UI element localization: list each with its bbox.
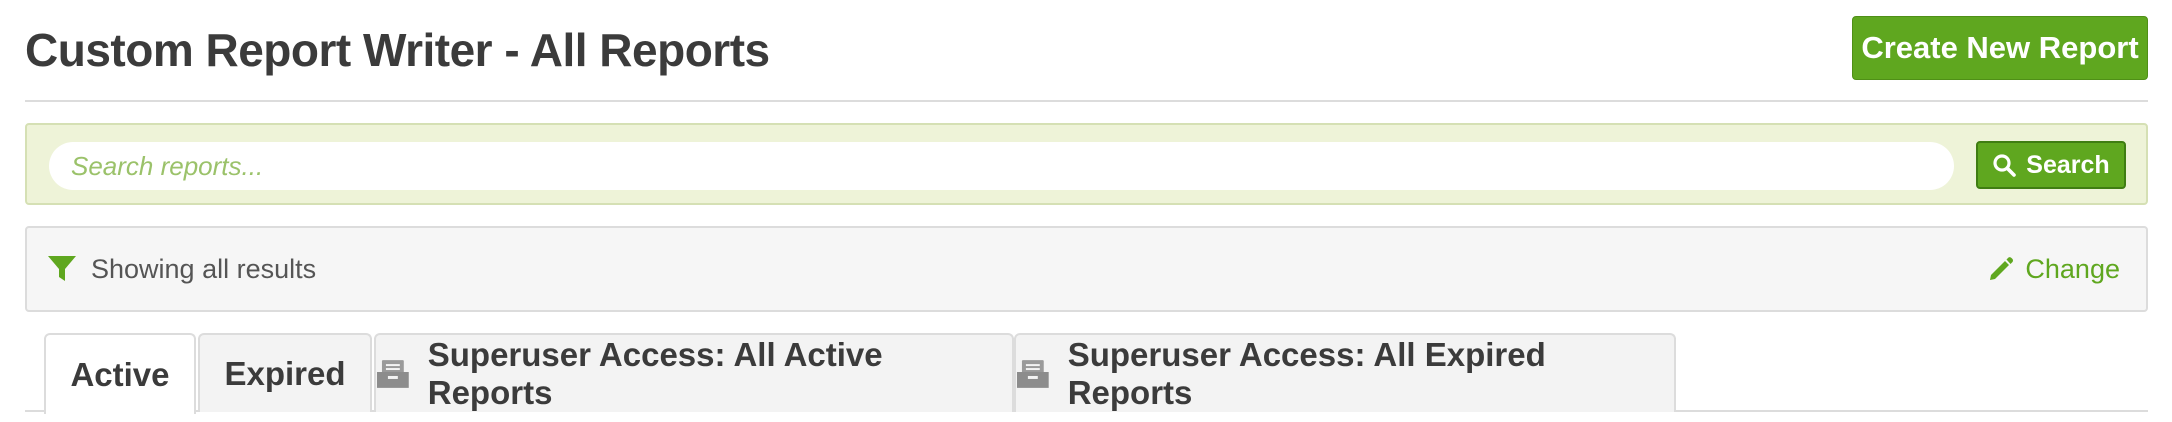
change-filter-link[interactable]: Change — [1987, 250, 2120, 288]
tab-superuser-expired-reports[interactable]: Superuser Access: All Expired Reports — [1014, 333, 1676, 412]
tab-label: Superuser Access: All Expired Reports — [1067, 335, 1546, 411]
archive-box-icon — [1016, 359, 1049, 388]
search-input[interactable] — [49, 142, 1954, 190]
tab-label: Superuser Access: All Active Reports — [427, 335, 883, 411]
create-new-report-button[interactable]: Create New Report — [1852, 16, 2148, 80]
tab-expired[interactable]: Expired — [198, 333, 372, 412]
tab-label: Expired — [224, 354, 346, 392]
filter-status-text: Showing all results — [91, 254, 317, 284]
filter-icon — [48, 256, 76, 281]
search-button-label: Search — [2026, 150, 2110, 179]
pencil-icon — [1990, 257, 2014, 280]
change-filter-label: Change — [2025, 254, 2120, 284]
page-title: Custom Report Writer - All Reports — [25, 24, 770, 76]
filter-bar: Showing all results Change — [25, 226, 2148, 312]
search-icon — [1993, 154, 2017, 177]
search-button[interactable]: Search — [1976, 141, 2126, 189]
archive-box-icon — [376, 359, 409, 388]
search-panel: Search — [25, 123, 2148, 205]
tab-label: Active — [70, 355, 170, 393]
title-divider — [25, 100, 2148, 102]
tab-superuser-active-reports[interactable]: Superuser Access: All Active Reports — [374, 333, 1014, 412]
tab-active[interactable]: Active — [44, 333, 196, 414]
